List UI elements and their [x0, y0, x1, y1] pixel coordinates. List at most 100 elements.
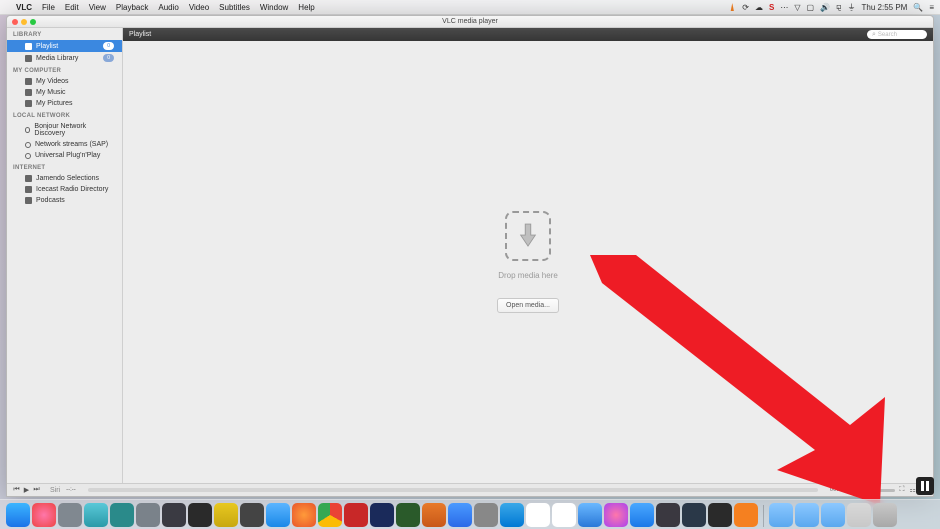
drop-area[interactable]: Drop media here Open media...: [123, 41, 933, 483]
list-icon: [25, 43, 32, 50]
dock-trash-icon[interactable]: [873, 503, 897, 527]
ring-icon: [25, 127, 31, 133]
menu-playback[interactable]: Playback: [116, 3, 148, 12]
dock-skitch-icon[interactable]: [84, 503, 108, 527]
dock-folder3-icon[interactable]: [821, 503, 845, 527]
dock-finder-icon[interactable]: [6, 503, 30, 527]
dropdown-icon[interactable]: ▽: [794, 3, 800, 12]
dock-steam-icon[interactable]: [682, 503, 706, 527]
menu-help[interactable]: Help: [298, 3, 314, 12]
sidebar-item-label: Network streams (SAP): [35, 141, 108, 148]
drop-media-icon: [505, 211, 551, 261]
dock-obs-icon[interactable]: [708, 503, 732, 527]
volume-slider[interactable]: [865, 489, 895, 492]
sidebar: LIBRARYPlaylist0Media Library0MY COMPUTE…: [7, 28, 123, 483]
dock-dark1-icon[interactable]: [656, 503, 680, 527]
sidebar-item-playlist[interactable]: Playlist0: [7, 40, 122, 52]
mute-icon[interactable]: 🔇: [851, 486, 860, 494]
menu-edit[interactable]: Edit: [65, 3, 79, 12]
ring-icon: [25, 153, 31, 159]
sidebar-item-jamendo-selections[interactable]: Jamendo Selections: [7, 173, 122, 184]
fullscreen-icon[interactable]: ⛶: [900, 486, 905, 494]
sidebar-item-label: My Videos: [36, 78, 69, 85]
menubar-app-name[interactable]: VLC: [16, 3, 32, 12]
play-button[interactable]: ▶: [23, 486, 30, 494]
sidebar-item-label: Icecast Radio Directory: [36, 186, 108, 193]
folder-icon: [25, 78, 32, 85]
dock-folder1-icon[interactable]: [769, 503, 793, 527]
sidebar-item-media-library[interactable]: Media Library0: [7, 52, 122, 64]
vlc-status-icon[interactable]: [728, 3, 736, 11]
window-titlebar[interactable]: VLC media player: [7, 16, 933, 28]
dock-photoshop-icon[interactable]: [370, 503, 394, 527]
dock-chrome-icon[interactable]: [318, 503, 342, 527]
dock-itunes-icon[interactable]: [604, 503, 628, 527]
dock-firefox-icon[interactable]: [292, 503, 316, 527]
list-icon: [25, 55, 32, 62]
search-placeholder: Search: [878, 32, 897, 38]
menu-icon[interactable]: ≡: [929, 3, 934, 12]
dock-arduino-icon[interactable]: [110, 503, 134, 527]
spotlight-icon[interactable]: ⋯: [780, 3, 788, 12]
sidebar-item-label: Bonjour Network Discovery: [34, 123, 114, 137]
menu-video[interactable]: Video: [189, 3, 209, 12]
dock-audacity-icon[interactable]: [422, 503, 446, 527]
photo-icon: [25, 100, 32, 107]
dock-slack-icon[interactable]: [526, 503, 550, 527]
wifi-icon[interactable]: ⏚: [848, 2, 856, 13]
dock-terminal-icon[interactable]: [188, 503, 212, 527]
cloud-icon[interactable]: ☁: [755, 3, 763, 12]
dock-mail-icon[interactable]: [578, 503, 602, 527]
vlc-window: VLC media player LIBRARYPlaylist0Media L…: [6, 15, 934, 497]
sidebar-item-bonjour-network-discovery[interactable]: Bonjour Network Discovery: [7, 121, 122, 139]
display-icon[interactable]: ▢: [806, 3, 814, 12]
sidebar-item-my-videos[interactable]: My Videos: [7, 76, 122, 87]
sidebar-item-universal-plug-n-play[interactable]: Universal Plug'n'Play: [7, 150, 122, 161]
menu-audio[interactable]: Audio: [158, 3, 178, 12]
sidebar-item-label: Podcasts: [36, 197, 65, 204]
dock-grey1-icon[interactable]: [58, 503, 82, 527]
menu-window[interactable]: Window: [260, 3, 288, 12]
s-icon[interactable]: S: [769, 3, 774, 12]
dock-stack-icon[interactable]: [847, 503, 871, 527]
dock-skype-icon[interactable]: [500, 503, 524, 527]
dock-dreamweaver-icon[interactable]: [396, 503, 420, 527]
sidebar-item-icecast-radio-directory[interactable]: Icecast Radio Directory: [7, 184, 122, 195]
sidebar-badge: 0: [103, 42, 114, 50]
sidebar-item-my-pictures[interactable]: My Pictures: [7, 98, 122, 109]
sidebar-item-network-streams-sap-[interactable]: Network streams (SAP): [7, 139, 122, 150]
menu-file[interactable]: File: [42, 3, 55, 12]
sync-icon[interactable]: ⟳: [742, 3, 749, 12]
bluetooth-icon[interactable]: ⚼: [836, 2, 842, 12]
dock-grey2-icon[interactable]: [136, 503, 160, 527]
dock-appstore-icon[interactable]: [630, 503, 654, 527]
random-icon[interactable]: ⚏: [909, 486, 915, 494]
dock-safari-icon[interactable]: [266, 503, 290, 527]
music-icon: [25, 89, 32, 96]
open-media-button[interactable]: Open media...: [497, 298, 559, 313]
main-panel: Playlist ⌕ Search Drop media here Open m…: [123, 28, 933, 483]
search-input[interactable]: ⌕ Search: [867, 30, 927, 39]
prev-button[interactable]: ⏮: [13, 486, 20, 494]
dock: [0, 499, 940, 529]
menu-view[interactable]: View: [89, 3, 106, 12]
volume-icon[interactable]: 🔊: [820, 3, 830, 12]
dock-dropbox-icon[interactable]: [448, 503, 472, 527]
dock-xcode-icon[interactable]: [162, 503, 186, 527]
next-button[interactable]: ⏭: [33, 486, 40, 494]
dock-screenflow-icon[interactable]: [240, 503, 264, 527]
dock-folder2-icon[interactable]: [795, 503, 819, 527]
dock-vlc-icon[interactable]: [734, 503, 758, 527]
dock-facetime-icon[interactable]: [552, 503, 576, 527]
search-icon[interactable]: 🔍: [913, 3, 923, 12]
seek-bar[interactable]: [88, 488, 818, 492]
sidebar-item-podcasts[interactable]: Podcasts: [7, 195, 122, 206]
dock-grey3-icon[interactable]: [474, 503, 498, 527]
dock-photos-icon[interactable]: [32, 503, 56, 527]
clock[interactable]: Thu 2:55 PM: [862, 3, 908, 12]
dock-filezilla-icon[interactable]: [344, 503, 368, 527]
dock-keeper-icon[interactable]: [214, 503, 238, 527]
sidebar-item-my-music[interactable]: My Music: [7, 87, 122, 98]
menu-subtitles[interactable]: Subtitles: [219, 3, 250, 12]
time-total: 00:00: [830, 487, 845, 493]
